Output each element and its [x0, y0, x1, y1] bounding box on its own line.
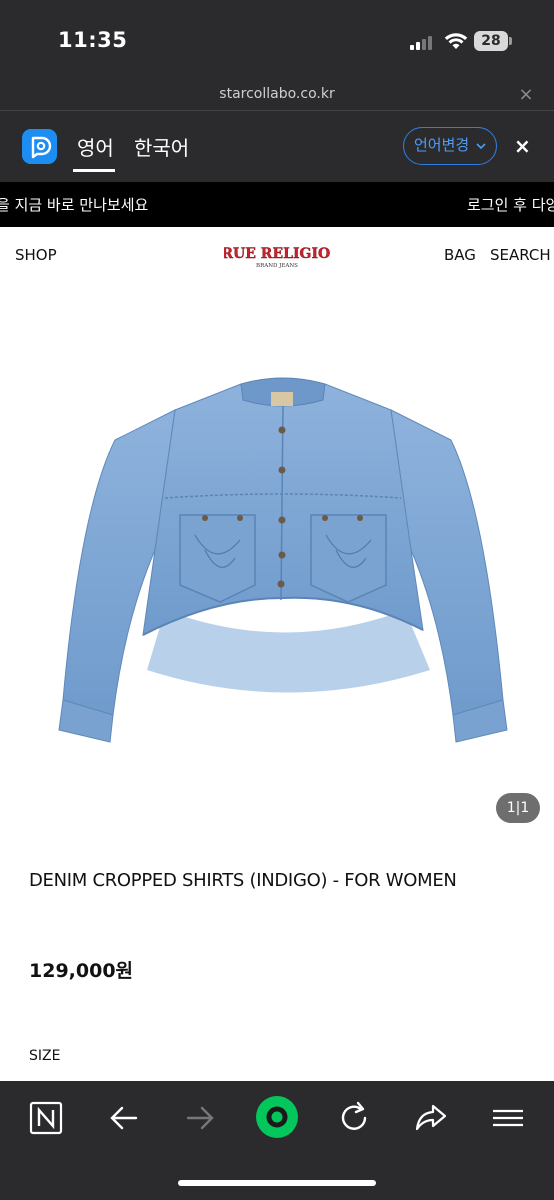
- product-image[interactable]: [55, 370, 511, 750]
- green-dot-icon[interactable]: [255, 1095, 299, 1139]
- battery-icon: 28: [474, 31, 508, 51]
- chevron-down-icon: [476, 142, 486, 149]
- size-label: SIZE: [29, 1048, 61, 1064]
- tab-language-english[interactable]: 영어: [77, 132, 114, 161]
- image-counter-badge: 1|1: [496, 793, 540, 823]
- true-religion-logo[interactable]: TRUE RELIGION BRAND JEANS: [224, 243, 330, 269]
- translate-close-icon[interactable]: ×: [514, 134, 531, 158]
- change-language-button[interactable]: 언어변경: [403, 127, 497, 165]
- tab-language-korean[interactable]: 한국어: [134, 132, 189, 161]
- wifi-icon: [444, 33, 468, 49]
- tab-active-indicator: [73, 169, 115, 172]
- naver-n-icon[interactable]: [26, 1098, 66, 1138]
- cellular-signal-icon: [410, 34, 436, 50]
- battery-tip: [509, 37, 512, 45]
- shop-menu-link[interactable]: SHOP: [15, 246, 57, 264]
- back-icon[interactable]: [104, 1098, 144, 1138]
- reload-icon[interactable]: [334, 1098, 374, 1138]
- announcement-text-next[interactable]: 로그인 후 다양: [467, 194, 554, 215]
- url-text[interactable]: starcollabo.co.kr: [0, 86, 554, 102]
- logo-subtext: BRAND JEANS: [256, 263, 298, 269]
- forward-icon[interactable]: [180, 1098, 220, 1138]
- logo-text: TRUE RELIGION: [224, 246, 330, 262]
- home-indicator: [178, 1180, 376, 1186]
- search-link[interactable]: SEARCH: [490, 246, 551, 264]
- product-title: DENIM CROPPED SHIRTS (INDIGO) - FOR WOME…: [29, 870, 457, 891]
- announcement-text[interactable]: 을 지금 바로 만나보세요: [0, 194, 148, 215]
- status-time: 11:35: [58, 28, 128, 52]
- bag-link[interactable]: BAG: [444, 246, 476, 264]
- share-icon[interactable]: [411, 1098, 451, 1138]
- menu-icon[interactable]: [488, 1098, 528, 1138]
- papago-icon[interactable]: [22, 129, 57, 164]
- change-language-label: 언어변경: [414, 136, 470, 154]
- product-price: 129,000원: [29, 960, 134, 982]
- url-close-icon[interactable]: ×: [516, 84, 536, 105]
